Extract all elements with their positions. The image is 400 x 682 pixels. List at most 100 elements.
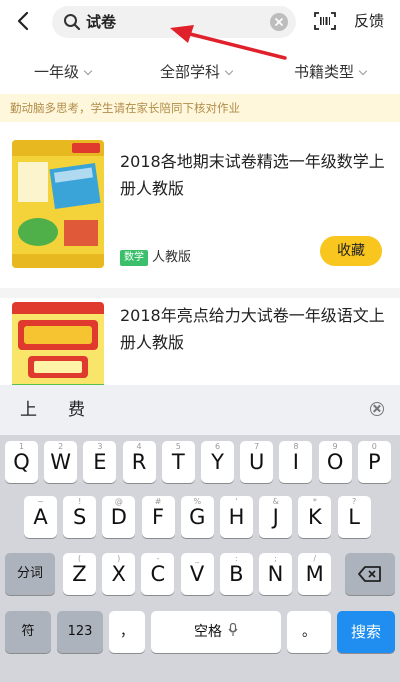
key-g[interactable]: % G — [180, 496, 214, 538]
space-key[interactable]: 空格 — [151, 611, 281, 653]
key-e[interactable]: 3E — [83, 441, 117, 483]
key-label: 空格 — [194, 624, 222, 640]
candidate-word[interactable]: 上 — [20, 400, 37, 420]
key-p[interactable]: 0P — [357, 441, 391, 483]
key-label: L — [348, 505, 360, 529]
subject-filter-label: 全部学科 — [160, 63, 221, 81]
key-label: Y — [211, 450, 224, 474]
key-label: U — [249, 450, 265, 474]
key-label: P — [367, 450, 381, 474]
key-secondary-label: ' — [235, 497, 238, 506]
book-cover-image[interactable] — [12, 140, 104, 268]
subject-tag: 数学 — [120, 250, 148, 266]
publisher-label: 人教版 — [152, 250, 192, 265]
fenci-key[interactable]: 分词 — [5, 553, 55, 595]
key-z[interactable]: (Z — [63, 553, 96, 595]
key-secondary-label: ~ — [37, 497, 44, 506]
key-h[interactable]: ' H — [220, 496, 253, 538]
key-secondary-label: ? — [351, 497, 357, 506]
key-d[interactable]: @ D — [102, 496, 136, 538]
key-label: G — [189, 505, 206, 529]
key-secondary-label: ; — [274, 554, 277, 563]
key-label: T — [171, 450, 185, 474]
key-n[interactable]: ; N — [259, 553, 292, 595]
key-label: M — [305, 562, 324, 586]
key-secondary-label: & — [272, 497, 279, 506]
key-secondary-label: 1 — [18, 442, 25, 451]
key-t[interactable]: 5T — [161, 441, 195, 483]
key-label: Q — [13, 450, 30, 474]
key-secondary-label: : — [234, 554, 238, 563]
key-secondary-label: 2 — [58, 442, 64, 451]
book-title[interactable]: 2018年亮点给力大试卷一年级语文上册人教版 — [120, 302, 390, 356]
key-f[interactable]: # F — [141, 496, 175, 538]
key-label: Z — [72, 562, 87, 586]
key-label: E — [93, 450, 107, 474]
key-label: S — [73, 505, 87, 529]
feedback-button[interactable]: 反馈 — [354, 11, 384, 31]
book-type-filter[interactable]: 书籍类型 — [294, 62, 368, 82]
key-o[interactable]: 9O — [318, 441, 352, 483]
key-r[interactable]: 4R — [122, 441, 156, 483]
key-secondary-label: ) — [117, 554, 121, 563]
key-label: 分词 — [16, 566, 43, 581]
key-secondary-label: 0 — [371, 442, 377, 451]
key-v[interactable]: _ V — [180, 553, 214, 595]
key-secondary-label: 4 — [136, 442, 142, 451]
comma-key[interactable]: ， — [109, 611, 145, 653]
numbers-key[interactable]: 123 — [57, 611, 103, 653]
key-u[interactable]: 7U — [240, 441, 274, 483]
key-secondary-label: ! — [78, 497, 82, 506]
key-w[interactable]: 2W — [44, 441, 78, 483]
key-secondary-label: 7 — [254, 442, 260, 451]
book-cover-image[interactable] — [12, 302, 104, 385]
key-c[interactable]: -C — [141, 553, 175, 595]
period-key[interactable]: 。 — [287, 611, 331, 653]
key-x[interactable]: ) X — [102, 553, 136, 595]
key-label: C — [150, 562, 166, 586]
key-label: R — [131, 450, 147, 474]
key-label: K — [308, 505, 322, 529]
key-secondary-label: / — [313, 554, 317, 563]
key-s[interactable]: ! S — [63, 496, 97, 538]
book-title[interactable]: 2018各地期末试卷精选一年级数学上册人教版 — [120, 148, 390, 202]
key-label: D — [110, 505, 127, 529]
key-secondary-label: ( — [77, 554, 82, 563]
search-key[interactable]: 搜索 — [337, 611, 395, 653]
key-label: H — [228, 505, 245, 529]
key-b[interactable]: :B — [219, 553, 253, 595]
key-secondary-label: 3 — [97, 442, 103, 451]
key-secondary-label: 9 — [332, 442, 338, 451]
key-secondary-label: % — [193, 497, 202, 506]
key-m[interactable]: / M — [298, 553, 332, 595]
chevron-down-icon — [224, 66, 234, 76]
key-l[interactable]: ? L — [337, 496, 371, 538]
key-k[interactable]: * K — [298, 496, 332, 538]
key-label: 符 — [21, 624, 35, 639]
backspace-icon — [358, 566, 381, 582]
key-label: 搜索 — [350, 623, 381, 641]
book-list-item[interactable]: 2018年亮点给力大试卷一年级语文上册人教版 — [0, 298, 400, 385]
candidate-word[interactable]: 费 — [68, 400, 85, 420]
key-i[interactable]: 8I — [279, 441, 313, 483]
book-list-item[interactable]: 2018各地期末试卷精选一年级数学上册人教版 数学 人教版 收藏 — [0, 122, 400, 288]
key-j[interactable]: & J — [259, 496, 293, 538]
grade-filter[interactable]: 一年级 — [34, 62, 93, 82]
close-candidates-icon[interactable] — [370, 402, 384, 416]
key-label: ， — [120, 624, 134, 640]
favorite-button[interactable]: 收藏 — [320, 236, 382, 266]
symbols-key[interactable]: 符 — [5, 611, 51, 653]
key-a[interactable]: ~ A — [24, 496, 57, 538]
notice-banner: 勤动脑多思考，学生请在家长陪同下核对作业 — [0, 94, 400, 122]
key-label: N — [267, 562, 284, 586]
key-secondary-label: - — [156, 554, 160, 563]
key-secondary-label: @ — [114, 497, 123, 506]
key-q[interactable]: 1Q — [5, 441, 38, 483]
scan-button[interactable] — [313, 11, 337, 31]
key-label: O — [326, 450, 344, 474]
backspace-key[interactable] — [345, 553, 395, 595]
candidate-bar: 上 费 — [0, 385, 400, 435]
subject-filter[interactable]: 全部学科 — [160, 62, 234, 82]
chevron-down-icon — [358, 66, 368, 76]
key-y[interactable]: 6Y — [201, 441, 234, 483]
